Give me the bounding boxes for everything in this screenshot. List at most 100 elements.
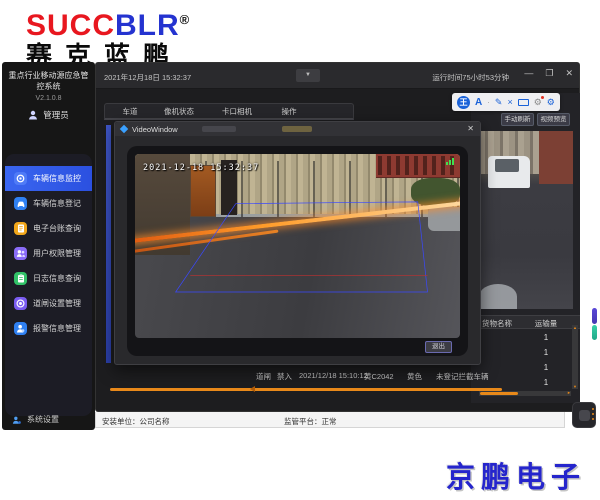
ime-latin-icon[interactable]: A [475,97,482,108]
detection-zone-overlay [135,154,460,338]
table-row[interactable]: 1 [471,331,569,346]
document-icon [14,222,27,235]
watermark-text: 京鹏电子 [446,454,586,496]
pen-icon[interactable]: ✎ [495,98,503,107]
wrench-icon[interactable]: ⚙ [534,98,542,107]
exit-button[interactable]: 退出 [425,341,452,353]
scroll-right-icon[interactable]: ► [567,390,571,395]
right-panel: 手动刷新 视频预览 货物名称 运输量 1 1 1 1 ▲ ▼ [471,93,580,403]
video-preview-button[interactable]: 视频预览 [537,113,570,126]
selected-row-highlight [106,125,111,363]
sidebar-item-gate-settings[interactable]: 道闸设置管理 [5,291,92,316]
minimize-button[interactable]: — [524,68,533,79]
preview-snow-patch [479,284,517,309]
sidebar-item-label: 用户权限管理 [33,248,81,259]
settings-person-icon [12,415,22,425]
alarm-action: 禁入 [277,371,292,382]
platform-label: 监管平台： [284,417,322,426]
desktop: SUCCBLR® 赛克蓝鹏 重点行业移动源应急管控系统 V2.1.0.8 管理员… [0,0,600,500]
sidebar-item-label: 报警信息管理 [33,323,81,334]
qty-value: 1 [523,348,569,357]
system-settings-label: 系统设置 [27,414,59,425]
sidebar-item-user-rights[interactable]: 用户权限管理 [5,241,92,266]
scrollbar-thumb[interactable] [480,392,518,395]
sidebar-item-vehicle-monitor[interactable]: 车辆信息监控 [5,166,92,191]
right-panel-buttons: 手动刷新 视频预览 [501,113,570,126]
lane-table-header: 车道 像机状态 卡口相机 操作 [104,103,354,120]
alarm-marquee-row: 道闸 禁入 2021/12/18 15:10:12 黄C2042 黄色 未登记拦… [96,371,579,383]
preview-white-car [488,156,529,188]
titlebar-chip [202,126,236,132]
titlebar-chip [282,126,312,132]
video-window: VideoWindow ✕ [114,121,481,365]
capture-icon [579,410,590,421]
sidebar-item-label: 日志信息查询 [33,273,81,284]
install-unit-value: 公司名称 [140,417,170,426]
registered-mark: ® [180,12,191,27]
camera-preview[interactable] [479,131,573,309]
sidebar-item-vehicle-register[interactable]: 车辆信息登记 [5,191,92,216]
users-icon [14,247,27,260]
video-feed[interactable]: 2021-12-18 15:32:37 [135,154,460,338]
manual-refresh-button[interactable]: 手动刷新 [501,113,534,126]
sidebar-item-label: 道闸设置管理 [33,298,81,309]
sidebar-item-log-query[interactable]: 日志信息查询 [5,266,92,291]
column-cargo-qty: 运输量 [523,318,569,329]
ime-close-icon[interactable]: × [507,98,512,107]
user-icon [28,110,38,120]
sidebar-item-alarm-management[interactable]: 报警信息管理 [5,316,92,341]
header-dropdown-button[interactable]: ▼ [296,69,320,82]
ime-punctuation-icon[interactable]: · [487,98,490,107]
sidebar-item-system-settings[interactable]: 系统设置 [12,414,59,425]
column-actions[interactable]: 操作 [269,106,309,117]
main-window: 2021年12月18日 15:32:37 ▼ 运行时间75小时53分钟 — ❐ … [95,62,580,412]
monitor-icon [14,172,27,185]
brand-red-text: SUCC [26,9,115,42]
platform-value: 正常 [322,417,337,426]
ime-mode-icon[interactable]: 王 [457,96,470,109]
platform-status: 监管平台：正常 [284,416,337,427]
window-controls: — ❐ ✕ [524,68,573,79]
table-row[interactable]: 1 [471,346,569,361]
sidebar-item-ledger-query[interactable]: 电子台账查询 [5,216,92,241]
video-window-title: VideoWindow [132,125,178,134]
marquee-arrow-icon [250,386,255,392]
close-button[interactable]: ✕ [565,68,573,79]
video-timestamp: 2021-12-18 15:32:37 [143,163,259,173]
brand-blue-text: BLR [115,9,180,42]
sidebar-item-label: 车辆信息登记 [33,198,81,209]
video-window-icon [120,125,128,133]
video-window-titlebar[interactable]: VideoWindow ✕ [115,122,480,136]
capture-tool-dots [592,408,594,410]
edge-handle-purple[interactable] [592,308,597,324]
current-datetime: 2021年12月18日 15:32:37 [104,72,191,83]
video-bezel: 2021-12-18 15:32:37 退出 [127,146,468,356]
sidebar-item-label: 电子台账查询 [33,223,81,234]
column-lane[interactable]: 车道 [113,106,147,117]
edge-handle-teal[interactable] [592,325,597,340]
preview-red-building [539,131,573,184]
user-name: 管理员 [43,109,69,121]
keyboard-icon[interactable] [518,99,529,106]
person-alert-icon [14,322,27,335]
video-close-icon[interactable]: ✕ [467,124,474,133]
clipboard-icon [14,272,27,285]
gear-icon[interactable]: ⚙ [547,98,555,107]
maximize-button[interactable]: ❐ [545,68,553,79]
horizontal-scrollbar[interactable]: ► [479,391,571,396]
gate-gear-icon [14,297,27,310]
qty-value: 1 [523,333,569,342]
status-bar: 安装单位：公司名称 监管平台：正常 [95,412,565,428]
capture-tool-button[interactable] [572,402,596,428]
column-camera-status[interactable]: 像机状态 [153,106,205,117]
alarm-gate: 道闸 [256,371,271,382]
alarm-datetime: 2021/12/18 15:10:12 [299,371,368,380]
scroll-up-icon[interactable]: ▲ [572,325,578,330]
brand-wordmark: SUCCBLR® [26,4,190,42]
sidebar-item-label: 车辆信息监控 [33,173,81,184]
alarm-plate-color: 黄色 [407,371,422,382]
column-checkpoint-camera[interactable]: 卡口相机 [211,106,263,117]
scroll-down-icon[interactable]: ▼ [572,384,578,389]
cargo-table-header: 货物名称 运输量 [471,315,580,329]
marquee-scrollbar[interactable] [110,388,502,391]
